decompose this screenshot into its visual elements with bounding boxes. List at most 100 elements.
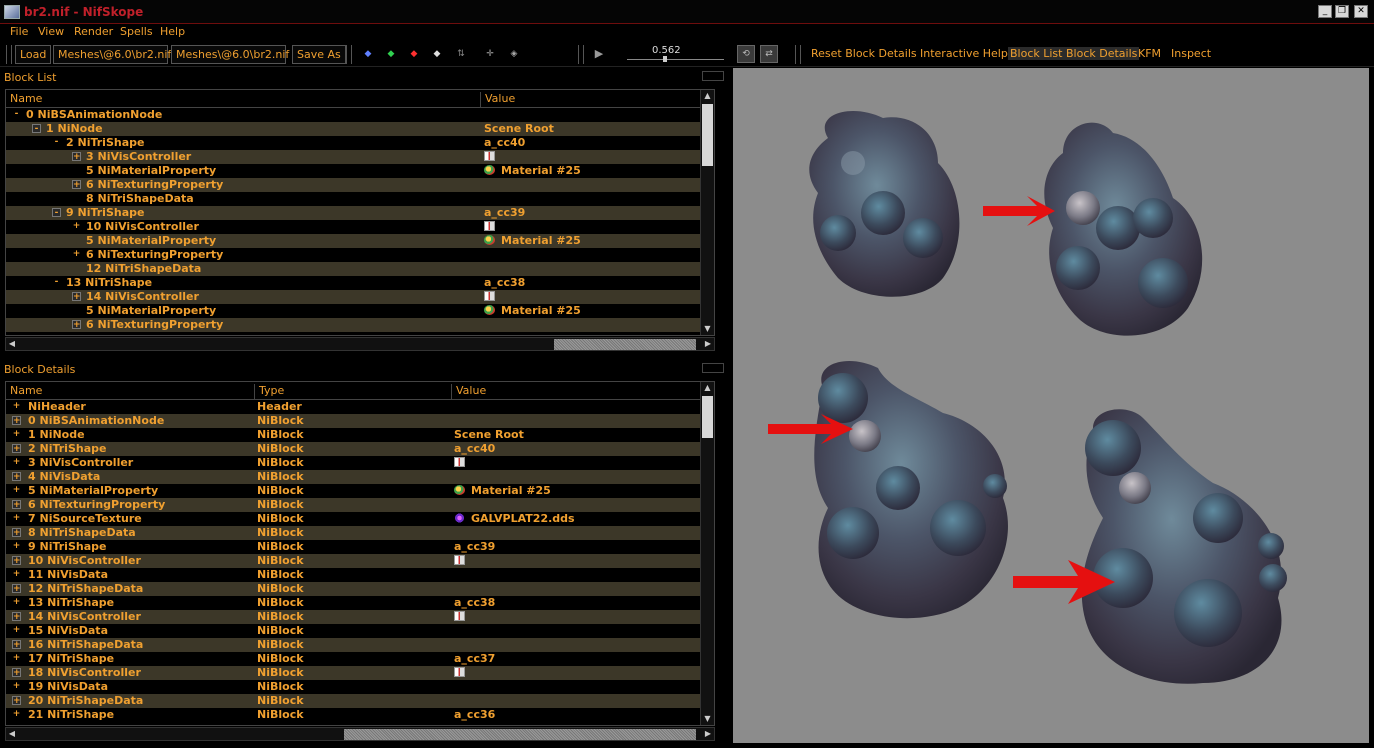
- tree-row[interactable]: -13 NiTriShape a_cc38: [6, 276, 702, 290]
- expand-icon[interactable]: +: [12, 654, 21, 663]
- tree-row[interactable]: +0 NiBSAnimationNode NiBlock: [6, 414, 702, 428]
- block-list-vscroll[interactable]: ▲ ▼: [700, 90, 714, 335]
- expand-icon[interactable]: +: [12, 430, 21, 439]
- block-details-hscroll[interactable]: ◀ ▶: [5, 727, 715, 741]
- column-value[interactable]: Value: [452, 384, 702, 400]
- expand-icon[interactable]: +: [12, 640, 21, 650]
- expand-icon[interactable]: +: [12, 556, 21, 566]
- scroll-right-icon[interactable]: ▶: [702, 338, 714, 350]
- expand-icon[interactable]: +: [72, 152, 81, 162]
- tree-row[interactable]: +21 NiTriShape NiBlock a_cc36: [6, 708, 702, 722]
- tree-row[interactable]: 12 NiTriShapeData: [6, 262, 702, 276]
- scroll-thumb[interactable]: [702, 396, 713, 438]
- tree-row[interactable]: +19 NiVisData NiBlock: [6, 680, 702, 694]
- view-front-icon[interactable]: ◆: [385, 49, 397, 59]
- dock-controls[interactable]: [702, 363, 724, 373]
- scroll-down-icon[interactable]: ▼: [701, 323, 714, 335]
- column-type[interactable]: Type: [255, 384, 452, 400]
- tree-row[interactable]: +15 NiVisData NiBlock: [6, 624, 702, 638]
- time-slider[interactable]: 0.562: [627, 45, 724, 62]
- expand-icon[interactable]: +: [12, 598, 21, 607]
- perspective-icon[interactable]: ✛: [484, 49, 496, 59]
- save-path-field[interactable]: Meshes\@6.0\br2.nif: [171, 45, 289, 64]
- tree-row[interactable]: -1 NiNode Scene Root: [6, 122, 702, 136]
- tree-row[interactable]: +20 NiTriShapeData NiBlock: [6, 694, 702, 708]
- tree-row[interactable]: 5 NiMaterialProperty Material #25: [6, 304, 702, 318]
- scroll-thumb[interactable]: [554, 339, 696, 350]
- scroll-left-icon[interactable]: ◀: [6, 338, 18, 350]
- scroll-thumb[interactable]: [344, 729, 696, 740]
- menu-spells[interactable]: Spells: [120, 25, 153, 38]
- dock-controls[interactable]: [702, 71, 724, 81]
- tree-row[interactable]: +6 NiTexturingProperty: [6, 248, 702, 262]
- tree-row[interactable]: -0 NiBSAnimationNode: [6, 108, 702, 122]
- column-name[interactable]: Name: [6, 384, 255, 400]
- interactive-help-button[interactable]: Interactive Help: [920, 47, 1008, 60]
- menu-file[interactable]: File: [10, 25, 28, 38]
- tree-row[interactable]: +10 NiVisController NiBlock: [6, 554, 702, 568]
- scroll-up-icon[interactable]: ▲: [701, 90, 714, 102]
- walk-mode-icon[interactable]: ◈: [508, 49, 520, 59]
- tree-row[interactable]: 5 NiMaterialProperty Material #25: [6, 164, 702, 178]
- tree-row[interactable]: +3 NiVisController NiBlock: [6, 456, 702, 470]
- expand-icon[interactable]: +: [12, 500, 21, 510]
- expand-icon[interactable]: +: [12, 514, 21, 523]
- collapse-icon[interactable]: -: [52, 278, 61, 287]
- save-as-button[interactable]: Save As: [292, 45, 346, 64]
- tree-row[interactable]: +10 NiVisController: [6, 220, 702, 234]
- tree-row[interactable]: +13 NiTriShape NiBlock a_cc38: [6, 596, 702, 610]
- view-top-icon[interactable]: ◆: [362, 49, 374, 59]
- switch-icon[interactable]: ⇄: [760, 45, 778, 63]
- tree-row[interactable]: +12 NiTriShapeData NiBlock: [6, 582, 702, 596]
- scroll-right-icon[interactable]: ▶: [702, 728, 714, 740]
- time-slider-handle[interactable]: [663, 56, 667, 62]
- scroll-down-icon[interactable]: ▼: [701, 713, 714, 725]
- minimize-button[interactable]: _: [1318, 5, 1332, 18]
- view-side-icon[interactable]: ◆: [408, 49, 420, 59]
- tree-row[interactable]: +1 NiNode NiBlock Scene Root: [6, 428, 702, 442]
- tree-row[interactable]: +17 NiTriShape NiBlock a_cc37: [6, 652, 702, 666]
- column-name[interactable]: Name: [6, 92, 481, 108]
- scroll-up-icon[interactable]: ▲: [701, 382, 714, 394]
- menu-help[interactable]: Help: [160, 25, 185, 38]
- restore-button[interactable]: ❐: [1335, 5, 1349, 18]
- expand-icon[interactable]: +: [12, 402, 21, 411]
- expand-icon[interactable]: +: [12, 612, 21, 622]
- menu-render[interactable]: Render: [74, 25, 113, 38]
- load-path-field[interactable]: Meshes\@6.0\br2.nif: [53, 45, 171, 64]
- tree-row[interactable]: +7 NiSourceTexture NiBlock GALVPLAT22.dds: [6, 512, 702, 526]
- scroll-thumb[interactable]: [702, 104, 713, 166]
- block-list-toggle[interactable]: Block List: [1008, 47, 1065, 60]
- expand-icon[interactable]: +: [12, 472, 21, 482]
- loop-icon[interactable]: ⟲: [737, 45, 755, 63]
- tree-row[interactable]: +2 NiTriShape NiBlock a_cc40: [6, 442, 702, 456]
- tree-row[interactable]: +9 NiTriShape NiBlock a_cc39: [6, 540, 702, 554]
- expand-icon[interactable]: +: [12, 416, 21, 426]
- kfm-button[interactable]: KFM: [1138, 47, 1161, 60]
- tree-row[interactable]: +3 NiVisController: [6, 150, 702, 164]
- expand-icon[interactable]: +: [12, 458, 21, 467]
- tree-row[interactable]: -9 NiTriShape a_cc39: [6, 206, 702, 220]
- expand-icon[interactable]: +: [12, 486, 21, 495]
- expand-icon[interactable]: +: [12, 710, 21, 719]
- collapse-icon[interactable]: -: [52, 208, 61, 218]
- expand-icon[interactable]: +: [72, 222, 81, 231]
- reset-block-details-button[interactable]: Reset Block Details: [811, 47, 917, 60]
- tree-row[interactable]: +11 NiVisData NiBlock: [6, 568, 702, 582]
- expand-icon[interactable]: +: [72, 180, 81, 190]
- expand-icon[interactable]: +: [12, 696, 21, 706]
- expand-icon[interactable]: +: [12, 542, 21, 551]
- tree-row[interactable]: 8 NiTriShapeData: [6, 192, 702, 206]
- tree-row[interactable]: +6 NiTexturingProperty: [6, 178, 702, 192]
- load-button[interactable]: Load: [15, 45, 52, 64]
- tree-row[interactable]: +6 NiTexturingProperty NiBlock: [6, 498, 702, 512]
- tree-row[interactable]: 5 NiMaterialProperty Material #25: [6, 234, 702, 248]
- expand-icon[interactable]: +: [12, 682, 21, 691]
- collapse-icon[interactable]: -: [32, 124, 41, 134]
- expand-icon[interactable]: +: [72, 320, 81, 330]
- tree-row[interactable]: +8 NiTriShapeData NiBlock: [6, 526, 702, 540]
- column-value[interactable]: Value: [481, 92, 702, 108]
- block-list-tree[interactable]: Name Value -0 NiBSAnimationNode -1 NiNode…: [5, 89, 715, 336]
- tree-row[interactable]: +14 NiVisController NiBlock: [6, 610, 702, 624]
- play-icon[interactable]: ▶: [593, 48, 605, 59]
